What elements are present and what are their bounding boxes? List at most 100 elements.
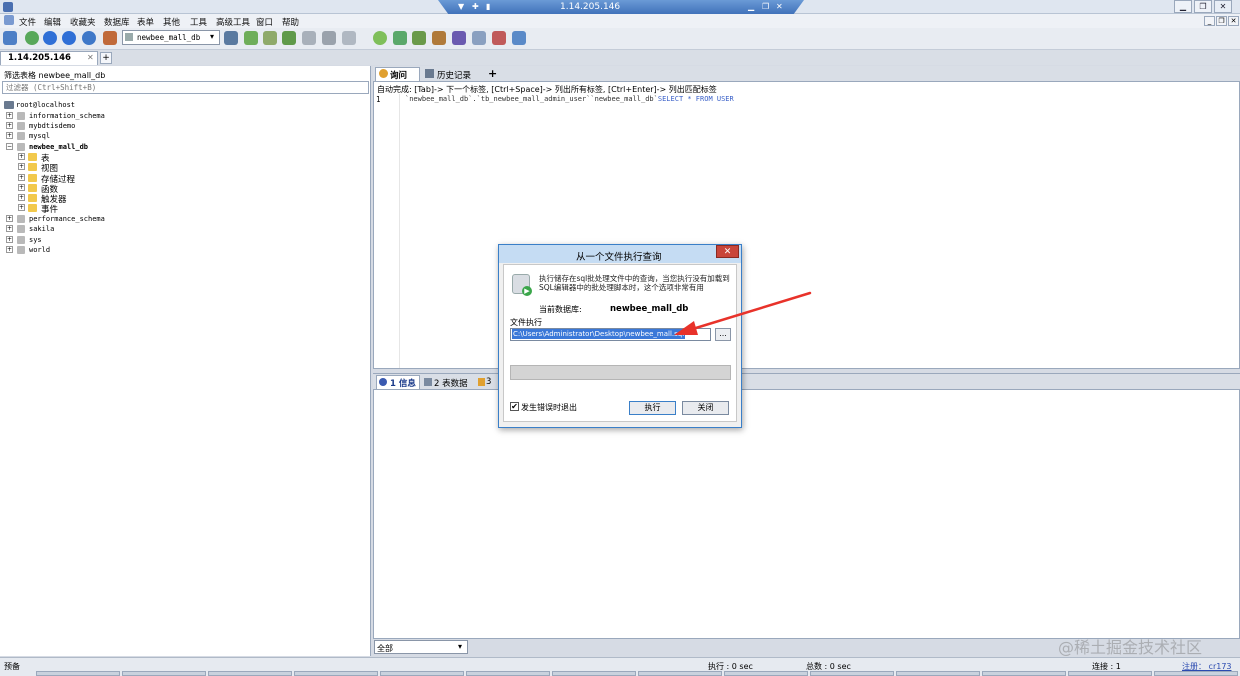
folder-icon [28, 163, 37, 171]
sql-code-line[interactable]: `newbee_mall_db`.`tb_newbee_mall_admin_u… [405, 95, 734, 103]
execute-button[interactable]: 执行 [629, 401, 676, 415]
tree-db-sys[interactable]: sys [29, 236, 42, 244]
close-button[interactable]: 关闭 [682, 401, 729, 415]
restore-button[interactable]: ❐ [1194, 0, 1212, 13]
chevron-down-icon[interactable]: ▾ [458, 642, 462, 651]
autocomplete-hint: 自动完成: [Tab]-> 下一个标签, [Ctrl+Space]-> 列出所有… [377, 85, 717, 94]
copy-icon[interactable] [342, 31, 356, 45]
expand-icon[interactable]: + [6, 132, 13, 139]
back-icon[interactable] [43, 31, 57, 45]
expand-icon[interactable]: + [6, 112, 13, 119]
mdi-close-button[interactable]: ✕ [1228, 16, 1239, 26]
scheduler-icon[interactable] [432, 31, 446, 45]
results-filter-value: 全部 [377, 644, 393, 653]
title-close-icon[interactable]: ✕ [776, 2, 783, 11]
expand-icon[interactable]: + [18, 153, 25, 160]
menu-table[interactable]: 表单 [137, 16, 154, 28]
expand-icon[interactable]: + [6, 122, 13, 129]
sql-identifiers: `newbee_mall_db`.`tb_newbee_mall_admin_u… [405, 95, 658, 103]
expand-icon[interactable]: + [6, 225, 13, 232]
schema-icon[interactable] [282, 31, 296, 45]
close-button[interactable]: ✕ [1214, 0, 1232, 13]
tree-db-performance-schema[interactable]: performance_schema [29, 215, 105, 223]
taskbar-segment [1068, 671, 1152, 676]
expand-icon[interactable]: + [6, 236, 13, 243]
filter-input[interactable] [2, 81, 369, 94]
menu-other[interactable]: 其他 [163, 16, 180, 28]
database-icon [125, 33, 133, 41]
menu-tools[interactable]: 工具 [190, 16, 207, 28]
tree-db-newbee-mall-db[interactable]: newbee_mall_db [29, 143, 88, 151]
expand-icon[interactable]: + [18, 204, 25, 211]
report-icon[interactable] [393, 31, 407, 45]
database-icon [17, 143, 25, 151]
taskbar-segment [36, 671, 120, 676]
add-tab-button[interactable]: + [488, 67, 497, 80]
menu-edit[interactable]: 编辑 [44, 16, 61, 28]
tree-db-sakila[interactable]: sakila [29, 225, 54, 233]
database-select-value: newbee_mall_db [137, 33, 201, 42]
dialog-close-button[interactable]: ✕ [716, 245, 739, 258]
folder-icon [28, 194, 37, 202]
title-pin-icon[interactable]: ✚ [472, 2, 479, 11]
tab-table-data[interactable]: 2 表数据 [434, 377, 468, 389]
sync-icon[interactable] [322, 31, 336, 45]
database-icon [17, 246, 25, 254]
table-grid-icon[interactable] [512, 31, 526, 45]
file-execute-label: 文件执行 [510, 318, 542, 327]
users-icon[interactable] [103, 31, 117, 45]
tree-db-information-schema[interactable]: information_schema [29, 112, 105, 120]
title-restore-icon[interactable]: ❐ [762, 2, 769, 11]
mdi-minimize-button[interactable]: _ [1204, 16, 1215, 26]
expand-icon[interactable]: + [18, 174, 25, 181]
filter-label: 筛选表格 newbee_mall_db [4, 71, 106, 80]
tab-history[interactable]: 历史记录 [437, 69, 471, 81]
menu-advanced-tools[interactable]: 高级工具 [216, 16, 250, 28]
expand-icon[interactable]: + [18, 194, 25, 201]
connection-tab-label: 1.14.205.146 [8, 53, 71, 63]
taskbar-segment [638, 671, 722, 676]
tree-db-mysql[interactable]: mysql [29, 132, 50, 140]
query-builder-icon[interactable] [302, 31, 316, 45]
help-icon[interactable] [82, 31, 96, 45]
tree-db-mybdtisdemo[interactable]: mybdtisdemo [29, 122, 75, 130]
minimize-button[interactable]: ▁ [1174, 0, 1192, 13]
watermark: @稀土掘金技术社区 [1058, 638, 1203, 657]
menu-window[interactable]: 窗口 [256, 16, 273, 28]
refresh-icon[interactable] [25, 31, 39, 45]
screen-icon[interactable] [472, 31, 486, 45]
import-icon[interactable] [244, 31, 258, 45]
database-icon [17, 132, 25, 140]
expand-icon[interactable]: + [18, 184, 25, 191]
mdi-restore-button[interactable]: ❐ [1216, 16, 1227, 26]
new-connection-icon[interactable] [3, 31, 17, 45]
tree-db-world[interactable]: world [29, 246, 50, 254]
tree-folder-events[interactable]: 事件 [41, 203, 58, 215]
notification-icon[interactable] [452, 31, 466, 45]
exit-on-error-checkbox[interactable]: ✔ [510, 402, 519, 411]
object-browser [0, 66, 371, 656]
title-minimize-icon[interactable]: ▁ [748, 2, 754, 11]
chevron-down-icon[interactable]: ▾ [210, 32, 214, 41]
close-icon[interactable]: ✕ [87, 53, 94, 62]
add-connection-button[interactable]: + [100, 52, 112, 64]
menu-file[interactable]: 文件 [19, 16, 36, 28]
expand-icon[interactable]: + [6, 246, 13, 253]
title-dropdown-icon[interactable]: ▼ [458, 2, 464, 11]
menu-bar [0, 14, 1240, 28]
tree-root[interactable]: root@localhost [16, 101, 75, 109]
forward-icon[interactable] [62, 31, 76, 45]
tools-icon[interactable] [373, 31, 387, 45]
chart-icon[interactable] [492, 31, 506, 45]
export-icon[interactable] [263, 31, 277, 45]
collapse-icon[interactable]: − [6, 143, 13, 150]
expand-icon[interactable]: + [6, 215, 13, 222]
menu-database[interactable]: 数据库 [104, 16, 130, 28]
grid-icon[interactable] [412, 31, 426, 45]
database-icon [17, 215, 25, 223]
expand-icon[interactable]: + [18, 163, 25, 170]
tab-3[interactable]: 3 [486, 377, 491, 387]
backup-icon[interactable] [224, 31, 238, 45]
menu-help[interactable]: 帮助 [282, 16, 299, 28]
menu-favorites[interactable]: 收藏夹 [70, 16, 96, 28]
